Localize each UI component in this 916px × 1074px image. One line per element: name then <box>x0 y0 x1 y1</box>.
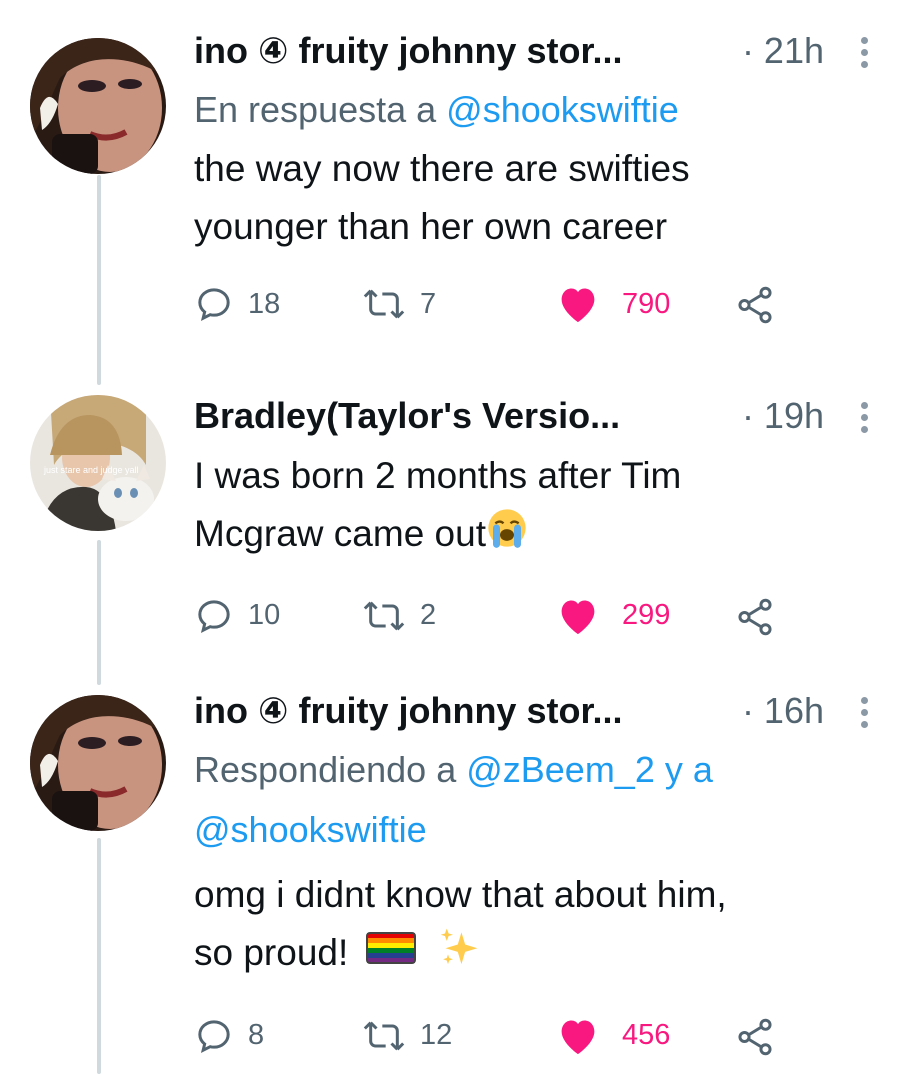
reply-button[interactable]: 10 <box>194 596 280 636</box>
retweet-button[interactable]: 12 <box>362 1016 452 1056</box>
retweet-icon <box>363 289 405 319</box>
thread-line <box>97 175 101 385</box>
reply-icon <box>198 1020 230 1053</box>
retweet-count: 7 <box>420 287 437 320</box>
author-name[interactable]: ino ④ fruity johnny stor... <box>194 30 622 72</box>
mention-link[interactable]: @shookswiftie <box>446 89 679 130</box>
heart-filled-icon <box>561 288 595 323</box>
timestamp[interactable]: · 19h <box>742 395 824 437</box>
tweet-text: I was born 2 months after Tim Mcgraw cam… <box>194 447 874 566</box>
reply-icon <box>198 600 230 633</box>
reply-context: Respondiendo a @zBeem_2 y a @shookswifti… <box>194 740 874 860</box>
author-name[interactable]: ino ④ fruity johnny stor... <box>194 690 622 732</box>
avatar[interactable] <box>30 695 166 831</box>
reply-prefix: Respondiendo a <box>194 749 467 790</box>
reply-button[interactable]: 8 <box>194 1016 264 1056</box>
sparkles-icon <box>437 925 481 986</box>
avatar[interactable]: just stare and judge yall <box>30 395 166 531</box>
reply-icon <box>198 288 230 321</box>
share-button[interactable] <box>734 1016 776 1058</box>
retweet-icon <box>363 601 405 631</box>
retweet-count: 12 <box>420 1019 453 1052</box>
mention-link[interactable]: @zBeem_2 <box>466 749 655 790</box>
rainbow-flag-icon <box>365 926 417 984</box>
author-name[interactable]: Bradley(Taylor's Versio... <box>194 395 620 437</box>
thread-line <box>97 540 101 685</box>
timestamp[interactable]: · 16h <box>742 690 824 732</box>
like-count: 299 <box>622 599 671 632</box>
heart-filled-icon <box>561 600 595 634</box>
action-bar: 18 7 790 <box>194 284 874 334</box>
share-button[interactable] <box>734 284 776 326</box>
retweet-button[interactable]: 2 <box>362 596 436 636</box>
like-button[interactable]: 299 <box>556 596 670 636</box>
retweet-count: 2 <box>420 599 437 632</box>
reply-count: 10 <box>248 599 281 632</box>
retweet-icon <box>363 1021 405 1051</box>
like-count: 456 <box>622 1019 671 1052</box>
share-icon <box>738 1018 772 1056</box>
more-options-icon[interactable] <box>854 32 874 76</box>
share-icon <box>738 286 772 324</box>
thread-line <box>97 838 101 1074</box>
tweet-text: the way now there are swifties younger t… <box>194 140 874 256</box>
heart-filled-icon <box>561 1020 595 1054</box>
reply-context: En respuesta a @shookswiftie <box>194 80 874 140</box>
mention-link[interactable]: @shookswiftie <box>194 809 427 850</box>
reply-button[interactable]: 18 <box>194 284 280 324</box>
like-button[interactable]: 456 <box>556 1016 670 1056</box>
more-options-icon[interactable] <box>854 397 874 441</box>
tweet-text-line: Mcgraw came out <box>194 513 486 554</box>
avatar-image <box>30 395 166 531</box>
more-options-icon[interactable] <box>854 692 874 736</box>
reply-prefix: En respuesta a <box>194 89 447 130</box>
reply-count: 8 <box>248 1019 265 1052</box>
tweet-text-line: the way now there are swifties <box>194 148 690 189</box>
tweet-text-line: younger than her own career <box>194 206 668 247</box>
avatar[interactable] <box>30 38 166 174</box>
share-icon <box>738 598 772 636</box>
tweet-text: omg i didnt know that about him, so prou… <box>194 866 874 986</box>
like-button[interactable]: 790 <box>556 284 670 324</box>
like-count: 790 <box>622 287 671 320</box>
action-bar: 8 12 456 <box>194 1016 874 1066</box>
retweet-button[interactable]: 7 <box>362 284 436 324</box>
share-button[interactable] <box>734 596 776 638</box>
avatar-caption: just stare and judge yall <box>44 465 139 475</box>
tweet-text-line: I was born 2 months after Tim <box>194 455 682 496</box>
action-bar: 10 2 299 <box>194 596 874 646</box>
avatar-image <box>30 695 166 831</box>
loudly-crying-face-icon <box>486 507 528 566</box>
avatar-image <box>30 38 166 174</box>
reply-count: 18 <box>248 287 281 320</box>
tweet-text-line: omg i didnt know that about him, <box>194 874 727 915</box>
reply-join: y a <box>654 749 713 790</box>
tweet-text-line: so proud! <box>194 932 349 973</box>
timestamp[interactable]: · 21h <box>742 30 824 72</box>
